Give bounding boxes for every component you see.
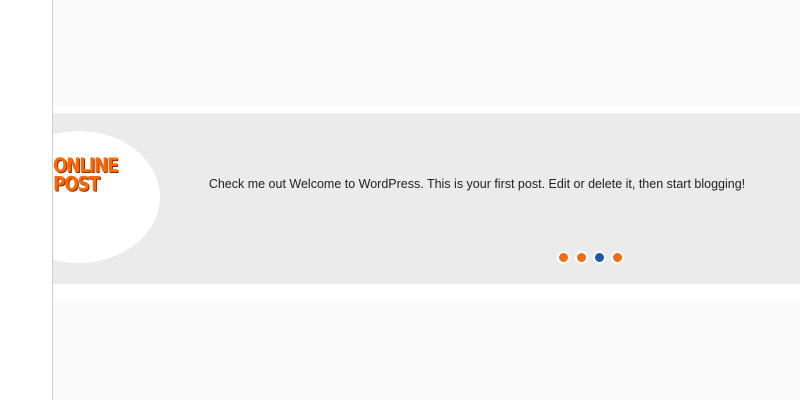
left-rail [0, 0, 53, 400]
logo-circle [53, 131, 160, 263]
slider-pagination [557, 251, 624, 264]
top-panel [53, 0, 800, 106]
slide-caption: Check me out Welcome to WordPress. This … [208, 177, 746, 191]
slider-dot-3[interactable] [593, 251, 606, 264]
slider-dot-4[interactable] [611, 251, 624, 264]
slider-dot-1[interactable] [557, 251, 570, 264]
slider-dot-2[interactable] [575, 251, 588, 264]
slider-band: ONLINE POST Check me out Welcome to Word… [53, 113, 800, 284]
bottom-panel [53, 301, 800, 400]
